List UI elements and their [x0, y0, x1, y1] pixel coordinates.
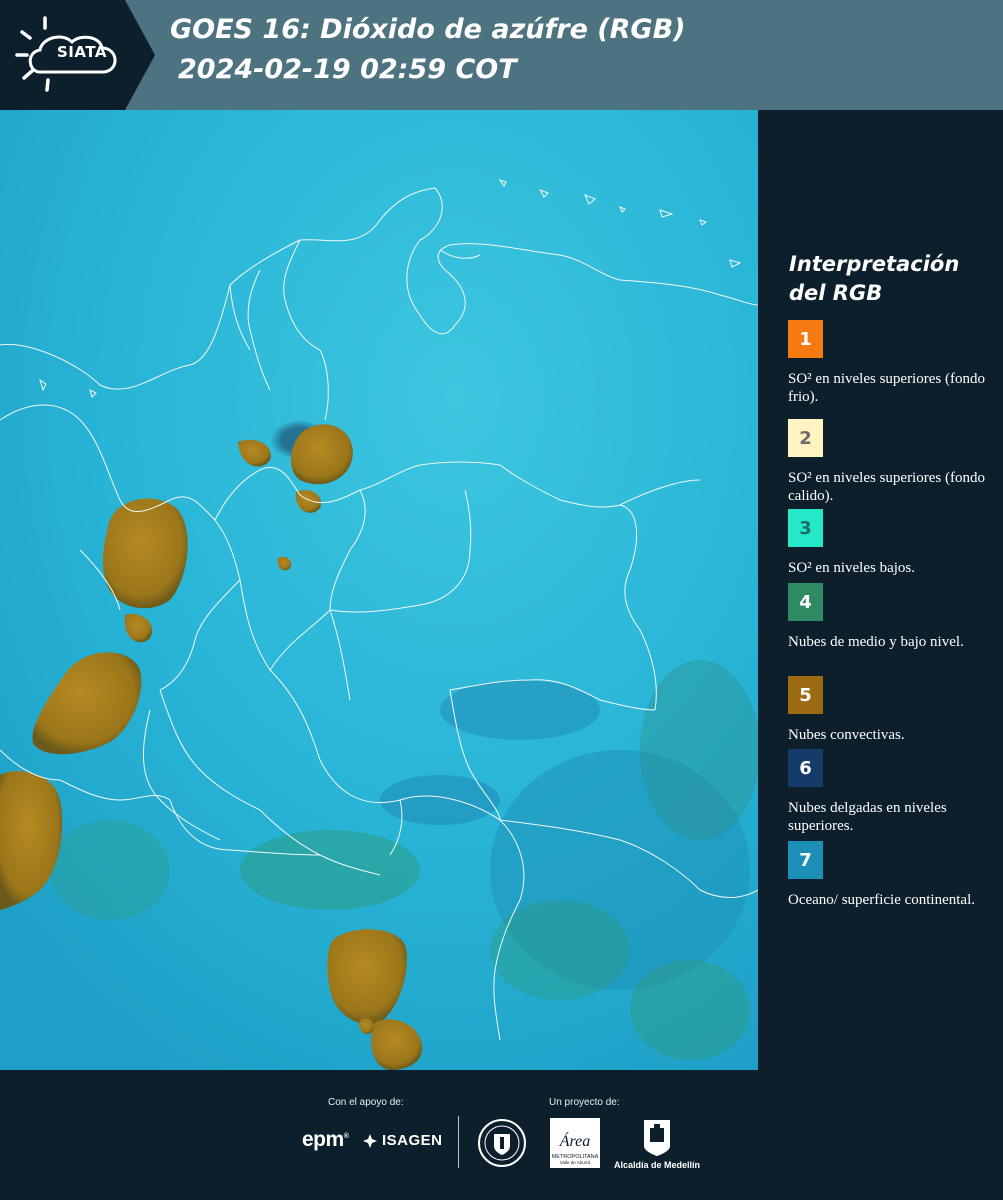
- epm-logo: epm®: [302, 1128, 349, 1151]
- alcaldia-text: Alcaldía de Medellín: [613, 1160, 701, 1170]
- legend-label: SO² en niveles superiores (fondo frio).: [788, 371, 985, 405]
- header-bar: SIATA GOES 16: Dióxido de azúfre (RGB) 2…: [0, 0, 1003, 110]
- legend-label: Oceano/ superficie continental.: [788, 892, 976, 908]
- project-label: Un proyecto de:: [549, 1097, 620, 1108]
- page-title: GOES 16: Dióxido de azúfre (RGB): [170, 14, 686, 45]
- svg-text:Valle de Aburrá: Valle de Aburrá: [560, 1160, 591, 1165]
- footer-bar: Con el apoyo de: Un proyecto de: epm® IS…: [0, 1070, 1003, 1200]
- legend-label: Nubes delgadas en niveles superiores.: [788, 800, 947, 834]
- svg-text:Área: Área: [559, 1131, 591, 1150]
- page-timestamp: 2024-02-19 02:59 COT: [178, 54, 517, 85]
- area-metropolitana-logo: Área METROPOLITANA Valle de Aburrá: [550, 1118, 600, 1172]
- legend-label: SO² en niveles bajos.: [788, 560, 915, 576]
- siata-logo-text: SIATA: [56, 43, 107, 61]
- legend-item-3: 3 SO² en niveles bajos.: [788, 509, 993, 577]
- legend-swatch: 1: [788, 320, 823, 358]
- legend-item-1: 1 SO² en niveles superiores (fondo frio)…: [788, 320, 993, 406]
- isagen-logo: ISAGEN: [362, 1132, 443, 1149]
- legend-swatch: 2: [788, 419, 823, 457]
- legend-title: Interpretación del RGB: [789, 252, 960, 305]
- legend-label: Nubes de medio y bajo nivel.: [788, 634, 964, 650]
- isagen-mark-icon: [363, 1133, 377, 1148]
- legend-item-5: 5 Nubes convectivas.: [788, 676, 993, 744]
- support-label: Con el apoyo de:: [328, 1097, 404, 1108]
- legend-panel: Interpretación del RGB 1 SO² en niveles …: [758, 110, 1003, 1070]
- legend-item-4: 4 Nubes de medio y bajo nivel.: [788, 583, 993, 651]
- legend-label: SO² en niveles superiores (fondo calido)…: [788, 470, 985, 504]
- legend-swatch: 6: [788, 749, 823, 787]
- footer-divider: [458, 1116, 459, 1168]
- legend-item-7: 7 Oceano/ superficie continental.: [788, 841, 993, 909]
- legend-swatch: 4: [788, 583, 823, 621]
- legend-swatch: 3: [788, 509, 823, 547]
- siata-logo: SIATA: [0, 0, 155, 110]
- alcaldia-logo: Alcaldía de Medellín: [612, 1118, 702, 1170]
- legend-item-6: 6 Nubes delgadas en niveles superiores.: [788, 749, 993, 835]
- legend-swatch: 5: [788, 676, 823, 714]
- legend-label: Nubes convectivas.: [788, 727, 905, 743]
- medellin-seal-icon: [477, 1118, 527, 1172]
- legend-swatch: 7: [788, 841, 823, 879]
- satellite-map: [0, 110, 758, 1070]
- legend-item-2: 2 SO² en niveles superiores (fondo calid…: [788, 419, 993, 505]
